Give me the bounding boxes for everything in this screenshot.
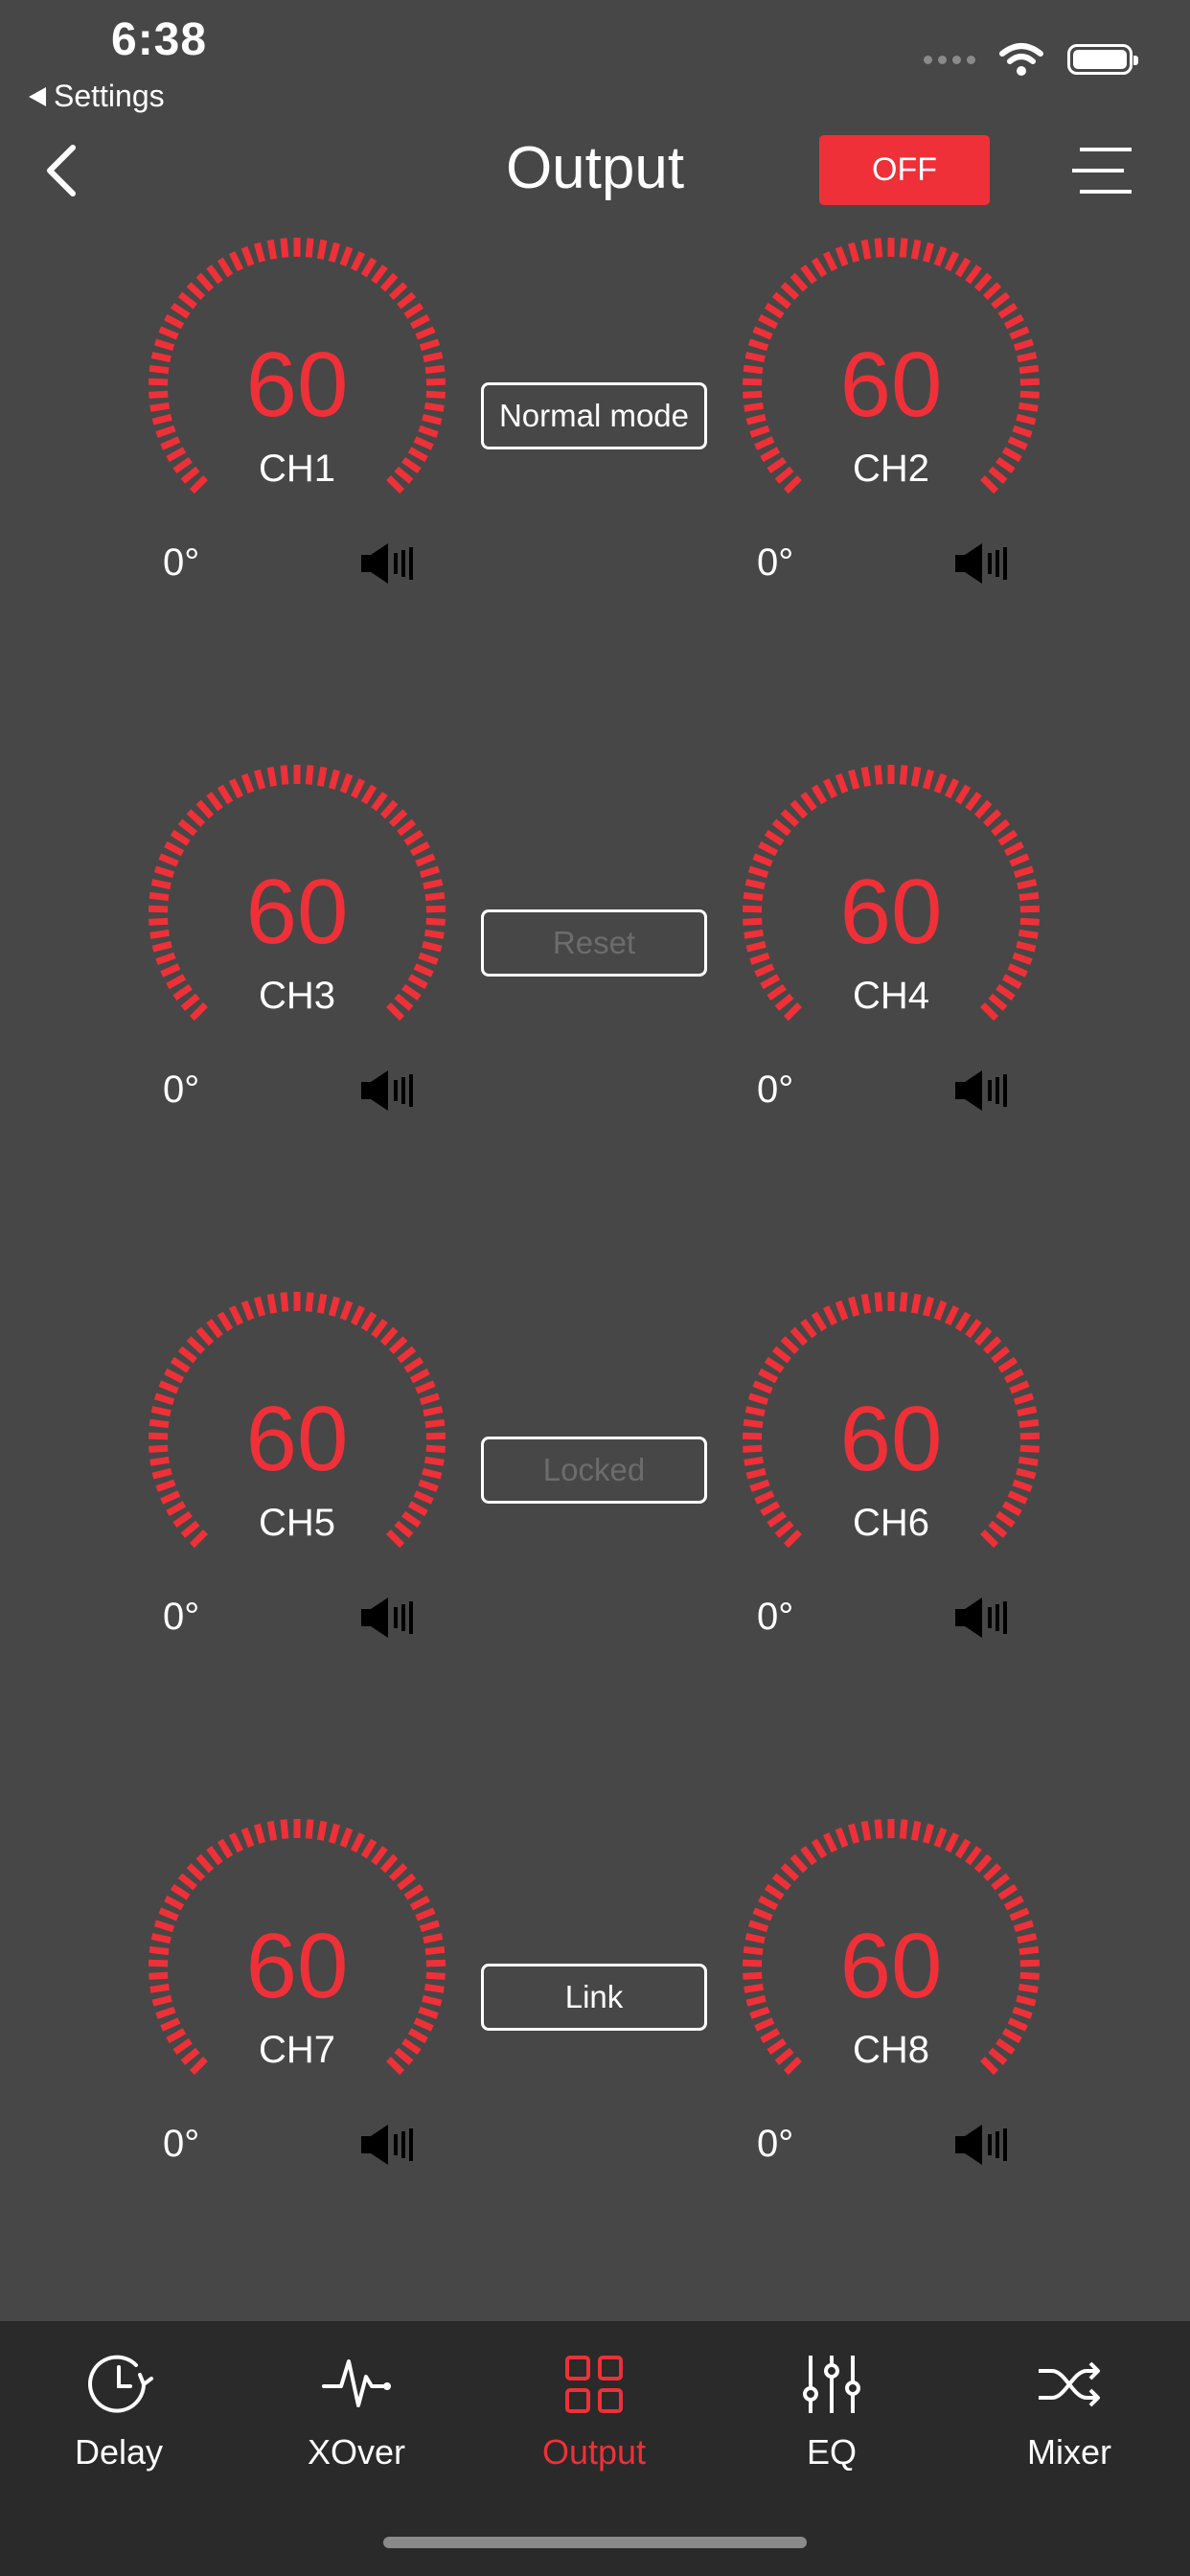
channel-label: CH4 [852, 975, 930, 1017]
sliders-icon [803, 2356, 860, 2413]
home-indicator [383, 2537, 807, 2548]
wifi-icon [999, 43, 1043, 76]
back-chevron-icon[interactable] [38, 142, 86, 199]
speaker-mute-icon[interactable] [359, 1069, 417, 1113]
speaker-mute-icon[interactable] [953, 1069, 1011, 1113]
channel-ch7[interactable]: 60 CH7 0° [144, 1816, 450, 2165]
speaker-mute-icon[interactable] [359, 2123, 417, 2167]
speaker-mute-icon[interactable] [953, 2123, 1011, 2167]
phase-value[interactable]: 0° [757, 541, 793, 585]
tab-label: EQ [806, 2432, 857, 2472]
channel-ch5[interactable]: 60 CH5 0° [144, 1289, 450, 1638]
channel-label: CH1 [258, 448, 336, 490]
channel-value: 60 [245, 334, 349, 436]
status-indicators [924, 42, 1138, 77]
channel-value: 60 [839, 1915, 943, 2017]
locked-button[interactable]: Locked [481, 1437, 707, 1504]
channel-ch4[interactable]: 60 CH4 0° [738, 762, 1044, 1111]
channel-label: CH2 [852, 448, 930, 490]
channel-ch8[interactable]: 60 CH8 0° [738, 1816, 1044, 2165]
channel-label: CH3 [258, 975, 336, 1017]
phase-value[interactable]: 0° [163, 541, 199, 585]
tab-eq[interactable]: EQ [713, 2321, 950, 2513]
phase-value[interactable]: 0° [163, 2123, 199, 2166]
channel-value: 60 [839, 1388, 943, 1490]
speaker-mute-icon[interactable] [359, 541, 417, 586]
status-back-to-app[interactable]: Settings [29, 79, 165, 114]
battery-icon [1067, 44, 1138, 75]
tab-delay[interactable]: Delay [0, 2321, 238, 2513]
channel-value: 60 [245, 1388, 349, 1490]
channel-label: CH8 [852, 2029, 930, 2071]
back-triangle-icon [29, 86, 46, 106]
phase-value[interactable]: 0° [757, 2123, 793, 2166]
channel-value: 60 [245, 1915, 349, 2017]
shuffle-icon [1039, 2361, 1100, 2407]
phase-value[interactable]: 0° [163, 1069, 199, 1112]
normal-mode-button[interactable]: Normal mode [481, 382, 707, 449]
tab-output[interactable]: Output [475, 2321, 713, 2513]
channel-label: CH6 [852, 1502, 930, 1544]
status-time: 6:38 [111, 14, 208, 65]
reset-button[interactable]: Reset [481, 909, 707, 977]
menu-icon[interactable] [1068, 142, 1135, 199]
channel-row-2: 60 CH3 0° Reset 60 CH4 0° [0, 762, 1190, 1164]
channel-ch6[interactable]: 60 CH6 0° [738, 1289, 1044, 1638]
channel-label: CH7 [258, 2029, 336, 2071]
link-button[interactable]: Link [481, 1964, 707, 2031]
channel-value: 60 [245, 861, 349, 963]
tab-mixer[interactable]: Mixer [950, 2321, 1188, 2513]
tab-label: XOver [307, 2432, 406, 2472]
phase-value[interactable]: 0° [757, 1069, 793, 1112]
tab-label: Output [541, 2432, 647, 2472]
waveform-icon [322, 2359, 391, 2407]
channel-value: 60 [839, 861, 943, 963]
speaker-mute-icon[interactable] [953, 541, 1011, 586]
tab-label: Delay [74, 2432, 164, 2472]
clock-icon [88, 2355, 153, 2413]
channel-ch3[interactable]: 60 CH3 0° [144, 762, 450, 1111]
channel-row-1: 60 CH1 0° Normal mode 60 CH2 0° [0, 235, 1190, 637]
tab-xover[interactable]: XOver [238, 2321, 475, 2513]
channel-ch1[interactable]: 60 CH1 0° [144, 235, 450, 584]
speaker-mute-icon[interactable] [359, 1596, 417, 1640]
channel-row-3: 60 CH5 0° Locked 60 CH6 0° [0, 1289, 1190, 1691]
channel-label: CH5 [258, 1502, 336, 1544]
status-back-label: Settings [54, 79, 165, 113]
power-off-button[interactable]: OFF [819, 135, 990, 205]
phase-value[interactable]: 0° [163, 1596, 199, 1639]
phase-value[interactable]: 0° [757, 1596, 793, 1639]
channel-row-4: 60 CH7 0° Link 60 CH8 0° [0, 1816, 1190, 2219]
speaker-mute-icon[interactable] [953, 1596, 1011, 1640]
signal-icon [924, 55, 975, 64]
tab-label: Mixer [1027, 2432, 1111, 2472]
page-title: Output [505, 135, 685, 201]
grid-icon [565, 2356, 623, 2413]
channel-ch2[interactable]: 60 CH2 0° [738, 235, 1044, 584]
channel-value: 60 [839, 334, 943, 436]
